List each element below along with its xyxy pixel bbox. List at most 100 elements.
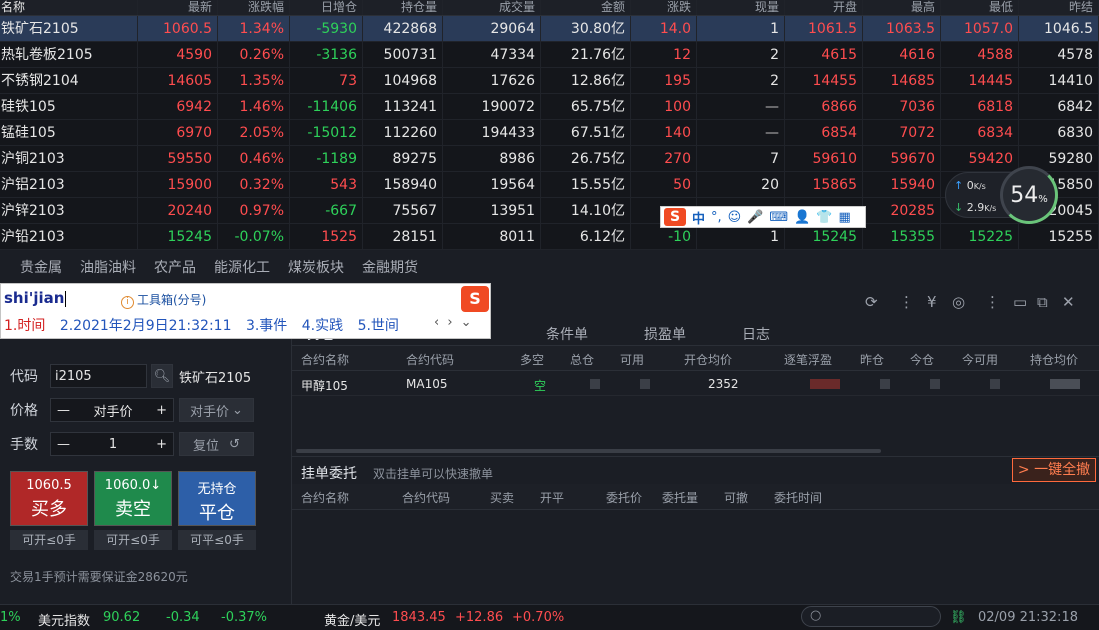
refresh-icon[interactable]: ⟳ (865, 293, 878, 311)
col-low[interactable]: 最低 (941, 0, 1019, 15)
tab-oils[interactable]: 油脂油料 (80, 257, 136, 277)
tab-financial-futures[interactable]: 金融期货 (362, 257, 418, 277)
tab-coal[interactable]: 煤炭板块 (288, 257, 344, 277)
reset-button[interactable]: 复位 ↺ (179, 432, 254, 456)
col-pre[interactable]: 昨结 (1019, 0, 1099, 15)
col-oi[interactable]: 持仓量 (363, 0, 443, 15)
col-td[interactable]: 今仓 (910, 351, 934, 368)
col-chg-pct[interactable]: 涨跌幅 (218, 0, 290, 15)
col-last[interactable]: 最新 (138, 0, 218, 15)
col-high[interactable]: 最高 (863, 0, 941, 15)
emoji-icon[interactable]: ☺ (728, 210, 742, 225)
col-cancelable[interactable]: 可撤 (724, 489, 748, 506)
cell-chg: 100 (631, 94, 697, 119)
tab-log[interactable]: 日志 (742, 324, 770, 344)
table-row[interactable]: 不锈钢2104 14605 1.35% 73 104968 17626 12.86亿 195 2… (0, 68, 1099, 94)
more-icon[interactable]: ⋮ (899, 293, 914, 311)
gold-usd-name[interactable]: 黄金/美元 (324, 610, 380, 629)
plus-icon[interactable]: + (156, 437, 167, 452)
col-open-avg[interactable]: 开仓均价 (684, 351, 732, 368)
table-row[interactable]: 硅铁105 6942 1.46% -11406 113241 190072 65.75亿 10… (0, 94, 1099, 120)
price-input[interactable]: — 对手价 + (50, 398, 174, 422)
connection-icon[interactable]: ⛓ (950, 610, 967, 625)
usd-index-name[interactable]: 美元指数 (38, 610, 90, 629)
col-contract-code[interactable]: 合约代码 (406, 351, 454, 368)
cancel-all-button[interactable]: > 一键全撤 (1012, 458, 1096, 482)
user-icon[interactable]: 👤 (794, 210, 810, 225)
col-day-oi[interactable]: 日增仓 (290, 0, 363, 15)
col-td-avail[interactable]: 今可用 (962, 351, 998, 368)
candidate-2[interactable]: 2.2021年2月9日21:32:11 (60, 318, 232, 334)
price-type-select[interactable]: 对手价 ⌄ (179, 398, 254, 422)
table-row[interactable]: 铁矿石2105 1060.5 1.34% -5930 422868 29064 30.80亿… (0, 16, 1099, 42)
col-pos-avg[interactable]: 持仓均价 (1030, 351, 1078, 368)
ticker-search-input[interactable]: ○ (801, 606, 941, 627)
ime-punct-toggle[interactable]: °, (711, 210, 722, 225)
col-side[interactable]: 多空 (520, 351, 544, 368)
col-available[interactable]: 可用 (620, 351, 644, 368)
col-cur-vol[interactable]: 现量 (697, 0, 785, 15)
candidate-1[interactable]: 1.时间 (4, 318, 45, 334)
tab-agriculture[interactable]: 农产品 (154, 257, 196, 277)
ime-lang-toggle[interactable]: 中 (692, 208, 705, 227)
ime-toolbox-hint[interactable]: i 工具箱(分号) (121, 291, 206, 309)
close-icon[interactable]: ✕ (1062, 293, 1075, 311)
microphone-icon[interactable]: 🎤 (747, 210, 763, 225)
position-hscrollbar[interactable] (296, 449, 881, 453)
skin-icon[interactable]: 👕 (816, 210, 832, 225)
restore-icon[interactable]: ⧉ (1037, 293, 1048, 311)
col-order-price[interactable]: 委托价 (606, 489, 642, 506)
table-row[interactable]: 热轧卷板2105 4590 0.26% -3136 500731 47334 21.76亿 1… (0, 42, 1099, 68)
col-chg[interactable]: 涨跌 (631, 0, 697, 15)
memory-gauge[interactable]: 54% (1000, 166, 1058, 224)
yen-icon[interactable]: ¥ (927, 293, 937, 311)
table-row[interactable]: 甲醇105 MA105 空 2352 (292, 372, 1099, 396)
minus-icon[interactable]: — (57, 403, 70, 418)
col-oc[interactable]: 开平 (540, 489, 564, 506)
candidate-5[interactable]: 5.世间 (358, 318, 399, 334)
col-vol[interactable]: 成交量 (443, 0, 541, 15)
sogou-logo-icon[interactable]: S (664, 208, 686, 226)
candidate-3[interactable]: 3.事件 (246, 318, 287, 334)
col-bs[interactable]: 买卖 (490, 489, 514, 506)
tab-stop-loss[interactable]: 损盈单 (644, 324, 686, 344)
minus-icon[interactable]: — (57, 437, 70, 452)
col-contract-name[interactable]: 合约名称 (301, 351, 349, 368)
qty-stepper[interactable]: — 1 + (50, 432, 174, 456)
col-order-time[interactable]: 委托时间 (774, 489, 822, 506)
close-label: 平仓 (199, 503, 235, 524)
tab-precious-metals[interactable]: 贵金属 (20, 257, 62, 277)
ime-status-bar[interactable]: S 中 °, ☺ 🎤 ⌨ 👤 👕 ▦ (660, 206, 866, 228)
table-row[interactable]: 锰硅105 6970 2.05% -15012 112260 194433 67.51亿 14… (0, 120, 1099, 146)
tab-conditional[interactable]: 条件单 (546, 324, 588, 344)
sell-short-button[interactable]: 1060.0↓ 卖空 (94, 471, 172, 526)
code-input[interactable]: i2105 (50, 364, 147, 388)
buy-long-button[interactable]: 1060.5 买多 (10, 471, 88, 526)
table-row[interactable]: 沪锌2103 20240 0.97% -667 75567 13951 14.10亿 2028… (0, 198, 1099, 224)
toolbox-grid-icon[interactable]: ▦ (839, 210, 851, 225)
minimize-icon[interactable]: ▭ (1013, 293, 1027, 311)
col-total[interactable]: 总仓 (570, 351, 594, 368)
keyboard-icon[interactable]: ⌨ (769, 210, 788, 225)
candidate-4[interactable]: 4.实践 (302, 318, 343, 334)
plus-icon[interactable]: + (156, 403, 167, 418)
col-contract-code[interactable]: 合约代码 (402, 489, 450, 506)
target-icon[interactable]: ◎ (952, 293, 965, 311)
col-contract-name[interactable]: 合约名称 (301, 489, 349, 506)
more-icon[interactable]: ⋮ (985, 293, 1000, 311)
col-order-qty[interactable]: 委托量 (662, 489, 698, 506)
col-open[interactable]: 开盘 (785, 0, 863, 15)
tab-energy-chem[interactable]: 能源化工 (214, 257, 270, 277)
table-row[interactable]: 沪铝2103 15900 0.32% 543 158940 19564 15.55亿 50 20… (0, 172, 1099, 198)
cell-last: 6942 (138, 94, 218, 119)
col-amount[interactable]: 金额 (541, 0, 631, 15)
table-row[interactable]: 沪铜2103 59550 0.46% -1189 89275 8986 26.75亿 270 7… (0, 146, 1099, 172)
table-row[interactable]: 沪铅2103 15245 -0.07% 1525 28151 8011 6.12亿 -10 1 1… (0, 224, 1099, 250)
candidate-page-nav[interactable]: ‹ › ⌄ (434, 315, 474, 330)
close-position-button[interactable]: 无持仓 平仓 (178, 471, 256, 526)
col-float-pnl[interactable]: 逐笔浮盈 (784, 351, 832, 368)
search-icon[interactable]: 🔍︎ (151, 364, 173, 388)
col-yd[interactable]: 昨仓 (860, 351, 884, 368)
col-name[interactable]: 名称 (0, 0, 138, 15)
cell-chg: 12 (631, 42, 697, 67)
